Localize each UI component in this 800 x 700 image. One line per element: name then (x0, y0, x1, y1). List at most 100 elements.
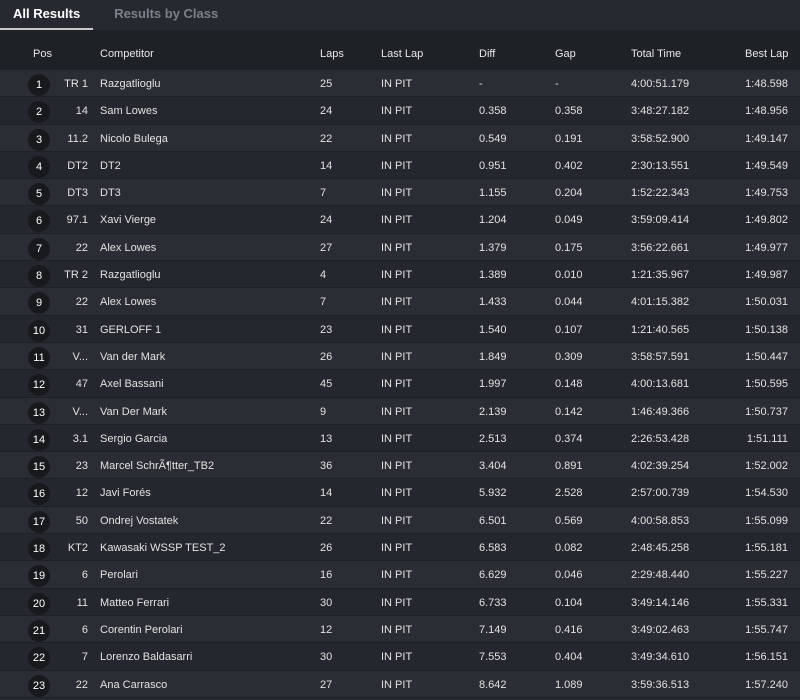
table-row[interactable]: 10 31 GERLOFF 1 23 IN PIT 1.540 0.107 1:21:40.5… (0, 315, 800, 343)
total-time-value: 3:59:36.513 (631, 678, 690, 691)
best-lap-value: 1:49.549 (745, 159, 788, 172)
header-total-time[interactable]: Total Time (631, 48, 681, 60)
competitor-name: Razgatlioglu (100, 78, 161, 90)
total-time-value: 2:48:45.258 (631, 542, 690, 555)
table-row[interactable]: 22 7 Lorenzo Baldasarri 30 IN PIT 7.553 0.404 3… (0, 643, 800, 671)
laps-value: 13 (320, 432, 333, 445)
last-lap-value: IN PIT (381, 378, 413, 391)
table-row[interactable]: 5 DT3 DT3 7 IN PIT 1.155 0.204 1:52:22.343 1:49.… (0, 179, 800, 207)
best-lap-value: 1:49.987 (745, 269, 788, 282)
position-badge: 23 (28, 674, 50, 697)
last-lap-value: IN PIT (381, 487, 413, 500)
table-row[interactable]: 17 50 Ondrej Vostatek 22 IN PIT 6.501 0.569 4:0… (0, 506, 800, 535)
table-row[interactable]: 15 23 Marcel SchrÃ¶tter_TB2 36 IN PIT 3.404 0.… (0, 452, 800, 480)
position-badge: 17 (28, 510, 50, 533)
competitor-number: TR 1 (64, 78, 88, 90)
competitor-name: Xavi Vierge (100, 214, 157, 227)
position-badge: 1 (28, 74, 50, 96)
gap-value: 0.374 (555, 432, 583, 445)
competitor-number: DT2 (67, 159, 88, 172)
tab-all-results[interactable]: All Results (0, 0, 94, 30)
position-badge: 16 (28, 483, 50, 506)
gap-value: 0.175 (555, 241, 583, 254)
best-lap-value: 1:54.530 (745, 487, 788, 500)
tab-results-by-class[interactable]: Results by Class (101, 0, 231, 28)
total-time-value: 1:21:35.967 (631, 269, 690, 282)
table-row[interactable]: 9 22 Alex Lowes 7 IN PIT 1.433 0.044 4:01:15.38… (0, 288, 800, 316)
header-diff[interactable]: Diff (479, 48, 495, 60)
diff-value: 0.549 (479, 132, 507, 145)
gap-value: 2.528 (555, 487, 583, 500)
table-row[interactable]: 14 3.1 Sergio Garcia 13 IN PIT 2.513 0.374 2:26… (0, 424, 800, 453)
gap-value: 0.891 (555, 460, 583, 473)
gap-value: 0.082 (555, 542, 583, 555)
diff-value: 1.540 (479, 323, 507, 336)
competitor-number: 47 (75, 378, 88, 391)
table-row[interactable]: 4 DT2 DT2 14 IN PIT 0.951 0.402 2:30:13.551 1:49… (0, 151, 800, 180)
competitor-name: DT3 (100, 187, 121, 200)
gap-value: 0.416 (555, 623, 583, 636)
competitor-number: DT3 (67, 187, 88, 200)
gap-value: 0.010 (555, 269, 583, 282)
competitor-number: TR 2 (64, 269, 88, 282)
competitor-name: Kawasaki WSSP TEST_2 (100, 542, 226, 555)
gap-value: - (555, 78, 559, 90)
position-badge: 15 (28, 456, 50, 479)
table-row[interactable]: 6 97.1 Xavi Vierge 24 IN PIT 1.204 0.049 3:59:0… (0, 206, 800, 234)
table-row[interactable]: 7 22 Alex Lowes 27 IN PIT 1.379 0.175 3:56:22.6… (0, 233, 800, 262)
competitor-name: Axel Bassani (100, 378, 164, 391)
position-badge: 11 (28, 346, 50, 369)
best-lap-value: 1:50.031 (745, 296, 788, 309)
last-lap-value: IN PIT (381, 350, 413, 363)
diff-value: 1.389 (479, 269, 507, 282)
diff-value: 1.155 (479, 187, 507, 200)
table-row[interactable]: 13 V... Van Der Mark 9 IN PIT 2.139 0.142 1:46:… (0, 397, 800, 425)
table-row[interactable]: 3 11.2 Nicolo Bulega 22 IN PIT 0.549 0.191 3:58… (0, 124, 800, 152)
best-lap-value: 1:52.002 (745, 460, 788, 473)
table-row[interactable]: 1 TR 1 Razgatlioglu 25 IN PIT - - 4:00:51.179 1:… (0, 70, 800, 98)
header-pos[interactable]: Pos (33, 48, 52, 60)
table-row[interactable]: 8 TR 2 Razgatlioglu 4 IN PIT 1.389 0.010 1:21:3… (0, 261, 800, 289)
laps-value: 14 (320, 159, 333, 172)
table-row[interactable]: 18 KT2 Kawasaki WSSP TEST_2 26 IN PIT 6.583 0.… (0, 534, 800, 562)
table-row[interactable]: 2 14 Sam Lowes 24 IN PIT 0.358 0.358 3:48:27.18… (0, 97, 800, 125)
competitor-name: Ondrej Vostatek (100, 514, 179, 527)
table-row[interactable]: 21 6 Corentin Perolari 12 IN PIT 7.149 0.416 3:… (0, 615, 800, 644)
competitor-name: Perolari (100, 569, 138, 582)
header-gap[interactable]: Gap (555, 48, 576, 60)
table-row[interactable]: 16 12 Javi Forés 14 IN PIT 5.932 2.528 2:57:00.… (0, 479, 800, 507)
best-lap-value: 1:49.802 (745, 214, 788, 227)
table-row[interactable]: 20 11 Matteo Ferrari 30 IN PIT 6.733 0.104 3:49… (0, 588, 800, 616)
last-lap-value: IN PIT (381, 214, 413, 227)
position-badge: 2 (28, 101, 50, 124)
laps-value: 27 (320, 241, 333, 254)
competitor-name: Corentin Perolari (100, 623, 183, 636)
competitor-number: 14 (75, 105, 88, 118)
position-badge: 8 (28, 265, 50, 288)
table-row[interactable]: 12 47 Axel Bassani 45 IN PIT 1.997 0.148 4:00:1… (0, 370, 800, 398)
laps-value: 26 (320, 542, 333, 555)
table-row[interactable]: 23 22 Ana Carrasco 27 IN PIT 8.642 1.089 3:59:3… (0, 670, 800, 698)
gap-value: 0.191 (555, 132, 583, 145)
diff-value: 6.629 (479, 569, 507, 582)
diff-value: 3.404 (479, 460, 507, 473)
best-lap-value: 1:50.595 (745, 378, 788, 391)
gap-value: 0.142 (555, 405, 583, 418)
diff-value: 2.513 (479, 432, 507, 445)
last-lap-value: IN PIT (381, 432, 413, 445)
header-last-lap[interactable]: Last Lap (381, 48, 423, 60)
position-badge: 18 (28, 538, 50, 561)
header-best-lap[interactable]: Best Lap (745, 48, 788, 60)
table-row[interactable]: 11 V... Van der Mark 26 IN PIT 1.849 0.309 3:58… (0, 342, 800, 371)
diff-value: 7.553 (479, 651, 507, 664)
laps-value: 7 (320, 296, 327, 309)
total-time-value: 3:58:57.591 (631, 350, 690, 363)
best-lap-value: 1:51.111 (746, 432, 788, 445)
diff-value: 8.642 (479, 678, 507, 691)
competitor-number: 31 (75, 323, 88, 336)
gap-value: 0.046 (555, 569, 583, 582)
last-lap-value: IN PIT (381, 187, 413, 200)
table-row[interactable]: 19 6 Perolari 16 IN PIT 6.629 0.046 2:29:48.440… (0, 561, 800, 589)
header-competitor[interactable]: Competitor (100, 48, 154, 60)
header-laps[interactable]: Laps (320, 48, 344, 60)
